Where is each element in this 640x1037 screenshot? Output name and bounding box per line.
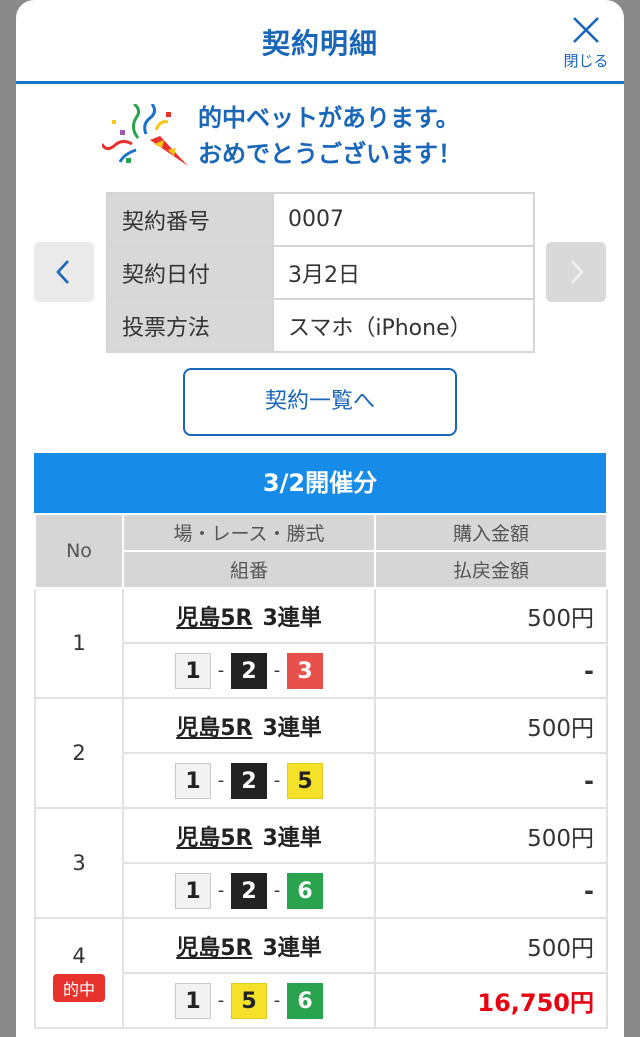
boat-number-box: 3: [287, 652, 323, 689]
bet-row: 2 児島5R 3連単 500円: [34, 697, 608, 809]
purchase-amount: 500円: [374, 807, 608, 864]
bet-type: 3連単: [262, 935, 322, 961]
bet-type: 3連単: [262, 715, 322, 741]
boat-number-box: 1: [175, 982, 211, 1019]
payout-amount: 16,750円: [374, 972, 608, 1029]
bet-no: 4: [72, 944, 86, 968]
bet-race-cell: 児島5R 3連単: [122, 587, 376, 644]
boat-number-box: 5: [287, 762, 323, 799]
col-header-race: 場・レース・勝式: [122, 513, 376, 552]
boat-number-box: 2: [231, 872, 267, 909]
contract-key: 契約日付: [106, 245, 274, 300]
combo-separator: -: [217, 990, 225, 1011]
bet-type: 3連単: [262, 605, 322, 631]
contract-key: 投票方法: [106, 298, 274, 353]
bet-type: 3連単: [262, 825, 322, 851]
bet-combo: 1-2-6: [122, 862, 376, 919]
combo-separator: -: [273, 770, 281, 791]
race-link[interactable]: 児島5R: [176, 716, 252, 741]
bet-combo: 1-5-6: [122, 972, 376, 1029]
contract-key: 契約番号: [106, 192, 274, 247]
boat-number-box: 1: [175, 652, 211, 689]
boat-number-box: 6: [287, 872, 323, 909]
boat-number-box: 5: [231, 982, 267, 1019]
col-header-payout: 払戻金額: [374, 550, 608, 589]
congrats-message: 的中ベットがあります。 おめでとうございます！: [198, 100, 462, 172]
boat-number-box: 6: [287, 982, 323, 1019]
boat-number-box: 2: [231, 652, 267, 689]
boat-number-box: 1: [175, 762, 211, 799]
bet-no-cell: 1: [34, 587, 124, 699]
bet-table: No 場・レース・勝式 購入金額 組番 払戻金額 1 児島5R 3連単 500円 1-2…: [34, 513, 608, 1029]
col-header-no: No: [34, 513, 124, 589]
contract-row: 契約番号 0007: [106, 192, 535, 247]
contract-value: 0007: [272, 192, 535, 247]
contract-info-table: 契約番号 0007 契約日付 3月2日 投票方法 スマホ（iPhone）: [106, 192, 535, 353]
page-title: 契約明細: [261, 27, 378, 60]
bet-row: 4 的中 児島5R 3連単 500円: [34, 917, 608, 1029]
combo-separator: -: [273, 990, 281, 1011]
payout-amount: -: [374, 862, 608, 919]
close-icon: [573, 17, 599, 43]
purchase-amount: 500円: [374, 587, 608, 644]
contract-row: 投票方法 スマホ（iPhone）: [106, 298, 535, 353]
bet-rows: 1 児島5R 3連単 500円 1-2-3-2 児島5R 3連単 500円 1-2-5-3 児島5…: [34, 587, 608, 1029]
hit-badge: 的中: [52, 974, 105, 1002]
col-header-combo: 組番: [122, 550, 376, 589]
boat-number-box: 1: [175, 872, 211, 909]
bet-row: 3 児島5R 3連単 500円: [34, 807, 608, 919]
contract-value: 3月2日: [272, 245, 535, 300]
purchase-amount: 500円: [374, 697, 608, 754]
bet-combo: 1-2-3: [122, 642, 376, 699]
contract-detail-modal: 契約明細 閉じる 的中ベットがあります。 おめでとうございます！ 契約番号 00…: [16, 0, 624, 1037]
combo-separator: -: [273, 660, 281, 681]
bet-no: 1: [72, 631, 86, 655]
prev-contract-button[interactable]: [34, 242, 94, 302]
bet-no-cell: 4 的中: [34, 917, 124, 1029]
combo-separator: -: [217, 880, 225, 901]
chevron-right-icon: [571, 260, 584, 284]
race-link[interactable]: 児島5R: [176, 936, 252, 961]
contract-list-button[interactable]: 契約一覧へ: [183, 368, 457, 436]
contract-row: 契約日付 3月2日: [106, 245, 535, 300]
party-popper-icon: [102, 104, 188, 166]
congrats-line1: 的中ベットがあります。: [198, 104, 460, 132]
purchase-amount: 500円: [374, 917, 608, 974]
next-contract-button[interactable]: [546, 242, 606, 302]
day-header: 3/2開催分: [34, 453, 606, 513]
combo-separator: -: [217, 770, 225, 791]
payout-amount: -: [374, 642, 608, 699]
boat-number-box: 2: [231, 762, 267, 799]
payout-amount: -: [374, 752, 608, 809]
col-header-purchase: 購入金額: [374, 513, 608, 552]
congrats-banner: 的中ベットがあります。 おめでとうございます！: [102, 100, 502, 180]
bet-combo: 1-2-5: [122, 752, 376, 809]
bet-race-cell: 児島5R 3連単: [122, 917, 376, 974]
modal-header: 契約明細 閉じる: [16, 0, 624, 84]
bet-no: 2: [72, 741, 86, 765]
combo-separator: -: [217, 660, 225, 681]
race-link[interactable]: 児島5R: [176, 606, 252, 631]
race-link[interactable]: 児島5R: [176, 826, 252, 851]
chevron-left-icon: [56, 260, 69, 284]
bet-row: 1 児島5R 3連単 500円: [34, 587, 608, 699]
bet-no-cell: 3: [34, 807, 124, 919]
contract-value: スマホ（iPhone）: [272, 298, 535, 353]
bet-no-cell: 2: [34, 697, 124, 809]
bet-race-cell: 児島5R 3連単: [122, 697, 376, 754]
bet-race-cell: 児島5R 3連単: [122, 807, 376, 864]
close-label: 閉じる: [563, 52, 609, 70]
bet-no: 3: [72, 851, 86, 875]
combo-separator: -: [273, 880, 281, 901]
close-button[interactable]: 閉じる: [556, 10, 616, 70]
congrats-line2: おめでとうございます！: [198, 140, 462, 168]
